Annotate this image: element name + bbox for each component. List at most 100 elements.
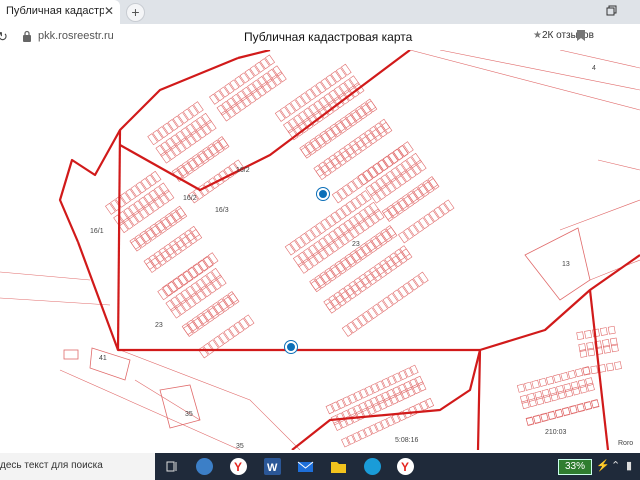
bookmark-icon[interactable] — [577, 30, 585, 41]
parcel — [443, 199, 455, 212]
parcel — [418, 217, 430, 230]
map-marker-pin[interactable] — [285, 341, 297, 353]
parcel — [567, 370, 576, 380]
parcel — [399, 245, 411, 258]
parcel — [317, 247, 329, 260]
parcel — [361, 104, 373, 116]
reload-icon[interactable]: ↻ — [0, 29, 8, 45]
parcel-line — [559, 199, 640, 231]
parcel — [408, 192, 420, 205]
parcel — [200, 123, 212, 136]
parcel — [160, 151, 171, 164]
parcel — [254, 61, 265, 73]
tab-active[interactable]: Публичная кадастрова ✕ — [0, 0, 120, 24]
svg-text:Y: Y — [401, 460, 409, 474]
cadastral-map[interactable]: 16/1 16/2 16/3 16/2 23 23 13 41 35 35 4 5:08:16 210:… — [0, 50, 640, 450]
tabs-overview-icon[interactable] — [606, 5, 618, 20]
parcel — [345, 200, 357, 213]
parcel — [348, 226, 360, 239]
parcel — [395, 173, 407, 186]
parcel — [335, 262, 347, 275]
parcel — [363, 215, 375, 228]
parcel — [203, 342, 214, 355]
parcel — [570, 381, 579, 391]
parcel-block-br — [516, 366, 600, 427]
tray-chevron-icon[interactable]: ⌃ — [611, 459, 620, 472]
land-parcels — [105, 54, 622, 448]
parcel — [582, 366, 591, 376]
parcel — [356, 107, 368, 120]
parcel — [315, 222, 326, 235]
map-marker-pin[interactable] — [317, 188, 329, 200]
parcel — [438, 202, 450, 215]
parcel — [122, 217, 134, 230]
map-canvas[interactable]: 16/1 16/2 16/3 16/2 23 23 13 41 35 35 4 5:08:16 210:… — [0, 50, 640, 450]
power-icon[interactable]: ⚡ — [596, 459, 610, 472]
parcel — [531, 379, 540, 389]
yandex-browser-icon-2[interactable]: Y — [397, 458, 414, 475]
parcel — [545, 375, 555, 385]
parcel — [120, 192, 131, 205]
parcel — [213, 303, 225, 316]
parcel — [193, 317, 204, 330]
parcel — [353, 222, 365, 235]
battery-indicator[interactable]: 33% — [558, 459, 592, 475]
url-text[interactable]: pkk.rosreestr.ru — [38, 30, 114, 42]
parcel — [548, 386, 558, 397]
parcel — [150, 170, 162, 183]
parcel — [372, 303, 383, 316]
parcel — [223, 296, 235, 309]
word-icon[interactable]: W — [264, 458, 281, 475]
parcel — [336, 121, 347, 134]
network-icon[interactable]: ▮ — [626, 459, 632, 472]
parcel — [135, 236, 147, 248]
parcel — [238, 317, 250, 330]
parcel — [347, 180, 358, 193]
parcel — [229, 79, 240, 91]
parcel — [244, 68, 255, 80]
file-explorer-icon[interactable] — [330, 458, 347, 475]
parcel-block-bottom — [325, 364, 435, 448]
taskbar-search[interactable]: десь текст для поиска — [0, 453, 155, 480]
parcel — [335, 207, 347, 220]
parcel — [383, 209, 394, 222]
app-icon-qb[interactable] — [196, 458, 213, 475]
task-view-icon[interactable] — [164, 458, 181, 475]
tab-close-icon[interactable]: ✕ — [104, 4, 114, 18]
new-tab-button[interactable]: + — [126, 3, 145, 22]
parcel — [188, 321, 199, 334]
parcel-line — [0, 297, 111, 306]
parcel — [320, 273, 332, 286]
plot-label: 13 — [562, 261, 570, 268]
parcel — [138, 207, 149, 219]
parcel — [320, 132, 332, 145]
parcel — [376, 234, 388, 246]
parcel-13 — [524, 227, 591, 301]
tab-title: Публичная кадастрова — [6, 5, 104, 17]
parcel — [356, 248, 367, 261]
parcel — [105, 202, 116, 215]
parcel — [203, 148, 215, 161]
parcel — [360, 190, 372, 203]
parcel — [325, 128, 337, 141]
parcel — [205, 281, 217, 294]
parcel — [355, 193, 367, 206]
parcel — [310, 85, 322, 97]
parcel — [189, 225, 200, 238]
parcel — [402, 282, 414, 295]
parcel — [310, 280, 322, 293]
edge-icon[interactable] — [364, 458, 381, 475]
parcel — [335, 67, 347, 80]
parcel-block-ne — [274, 63, 409, 204]
plot-label: 35 — [236, 443, 244, 450]
parcel — [133, 210, 144, 223]
plot-label: 16/3 — [215, 207, 229, 214]
district-boundary — [237, 50, 271, 60]
yandex-browser-icon[interactable]: Y — [230, 458, 247, 475]
parcel — [325, 74, 337, 87]
parcel — [172, 115, 184, 128]
parcel — [371, 237, 383, 250]
parcel — [223, 328, 235, 341]
mail-icon[interactable] — [297, 458, 314, 475]
parcel — [148, 199, 160, 212]
